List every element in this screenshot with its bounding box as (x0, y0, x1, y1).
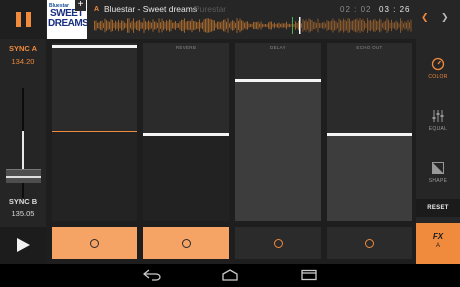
time-elapsed: 02 : 02 (340, 5, 372, 14)
fx-panel-level-line (235, 79, 321, 82)
equalizer-icon (431, 109, 445, 123)
circle-icon (181, 238, 191, 248)
gauge-icon (431, 57, 445, 71)
deck-badge: A (94, 6, 100, 13)
fx-panel-level (143, 134, 229, 221)
fx-toggle-delay[interactable] (235, 227, 321, 259)
fx-panel-label: REVERB (175, 45, 197, 50)
circle-icon (365, 238, 374, 248)
add-track-button[interactable]: + (75, 0, 86, 11)
fx-area: REVERB DELAY ECHO OUT (46, 39, 416, 264)
left-column: SYNC A 134.20 SYNC B 135.05 (0, 39, 46, 264)
fx-panel-level-line (327, 133, 412, 136)
bpm-a: 134.20 (11, 57, 35, 66)
right-column: COLOR EQUAL SHAPE RESET FX A (416, 39, 460, 264)
equal-label: EQUAL (428, 126, 448, 132)
track-title: Bluestar - Sweet dreams (104, 4, 198, 14)
fx-panel-level (327, 134, 412, 221)
waveform-cue-marker (292, 17, 293, 34)
fx-panel-1[interactable] (52, 43, 137, 221)
waveform[interactable] (94, 17, 412, 34)
sync-b-button[interactable]: SYNC B (0, 197, 46, 206)
chevron-right-icon[interactable]: ❯ (441, 12, 449, 23)
fx-panel-reverb[interactable]: REVERB (143, 43, 229, 221)
pause-button[interactable] (0, 0, 46, 39)
crossfader-fill (22, 131, 24, 171)
fx-panel-level (235, 80, 321, 221)
waveform-playhead (299, 17, 301, 34)
recents-icon[interactable] (300, 269, 318, 281)
back-arrow-icon[interactable] (143, 269, 161, 281)
equal-button[interactable]: EQUAL (416, 109, 460, 132)
fx-toggle-1[interactable] (52, 227, 137, 259)
fx-panel-label: DELAY (270, 45, 286, 50)
play-icon (17, 238, 30, 252)
fx-deck-button[interactable]: FX A (416, 223, 460, 264)
shape-icon (431, 161, 445, 175)
circle-icon (90, 238, 99, 248)
fx-panel-level (52, 132, 137, 221)
fx-toggle-echo-out[interactable] (327, 227, 412, 259)
time-remaining: 03 : 26 (379, 5, 411, 14)
shape-button[interactable]: SHAPE (416, 161, 460, 184)
color-label: COLOR (428, 74, 448, 80)
top-bar: Bluestar SWEET DREAMS + A Bluestar - Swe… (0, 0, 460, 39)
shape-label: SHAPE (428, 178, 448, 184)
cover-title-line2: DREAMS (48, 18, 87, 29)
fx-panel-top-marker (52, 45, 137, 48)
play-button[interactable] (0, 227, 46, 264)
reset-button[interactable]: RESET (416, 199, 460, 217)
fx-panel-level-line (52, 131, 137, 132)
fx-panel-delay[interactable]: DELAY (235, 43, 321, 221)
fx-panel-label: ECHO OUT (356, 45, 383, 50)
bpm-b: 135.05 (11, 209, 35, 218)
android-nav-bar (0, 264, 460, 287)
pause-icon (15, 12, 21, 27)
chevron-left-icon[interactable]: ❮ (421, 12, 429, 23)
sync-a-button[interactable]: SYNC A (0, 44, 46, 53)
crossfader-handle[interactable] (6, 169, 41, 183)
circle-icon (273, 238, 283, 248)
fx-toggle-reverb[interactable] (143, 227, 229, 259)
color-button[interactable]: COLOR (416, 57, 460, 80)
track-artist: Purestar (194, 4, 227, 14)
fx-label: FX (432, 232, 444, 241)
home-icon[interactable] (221, 269, 239, 281)
fx-deck-label: A (435, 243, 440, 249)
fx-panel-level-line (143, 133, 229, 136)
fx-panel-echo-out[interactable]: ECHO OUT (327, 43, 412, 221)
